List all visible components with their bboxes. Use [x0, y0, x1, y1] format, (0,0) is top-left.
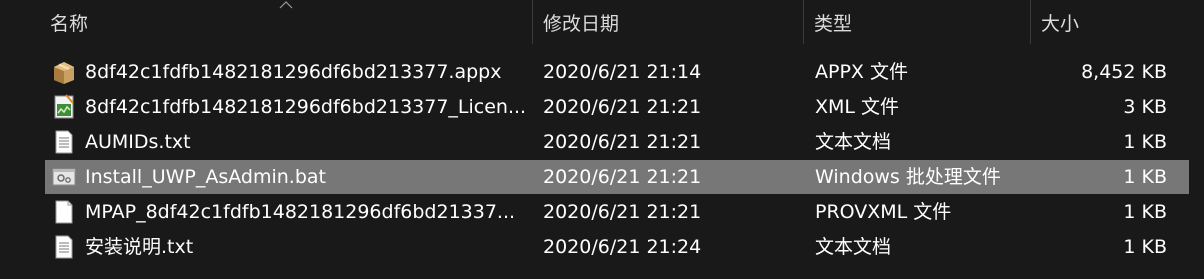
column-divider[interactable] — [1030, 0, 1031, 44]
text-file-icon — [55, 130, 73, 154]
file-size: 3 KB — [1123, 96, 1167, 118]
column-divider[interactable] — [532, 0, 533, 44]
file-name: Install_UWP_AsAdmin.bat — [85, 166, 326, 188]
blank-file-icon — [55, 200, 73, 224]
file-type: PROVXML 文件 — [815, 201, 952, 223]
file-row[interactable]: MPAP_8df42c1fdfb1482181296df6bd21337... … — [45, 195, 1189, 229]
file-row[interactable]: Install_UWP_AsAdmin.bat 2020/6/21 21:21 … — [45, 160, 1189, 194]
file-date: 2020/6/21 21:21 — [543, 166, 702, 188]
file-type: 文本文档 — [815, 131, 892, 153]
file-size: 1 KB — [1123, 166, 1167, 188]
file-type: Windows 批处理文件 — [815, 166, 1001, 188]
file-name: 8df42c1fdfb1482181296df6bd213377_Licen..… — [85, 96, 525, 118]
batch-file-icon — [52, 168, 76, 186]
xml-file-icon — [54, 94, 74, 119]
file-date: 2020/6/21 21:21 — [543, 131, 702, 153]
file-date: 2020/6/21 21:21 — [543, 96, 702, 118]
file-name: MPAP_8df42c1fdfb1482181296df6bd21337... — [85, 201, 516, 223]
column-header-name[interactable]: 名称 — [42, 0, 532, 44]
file-date: 2020/6/21 21:21 — [543, 201, 702, 223]
file-row[interactable]: AUMIDs.txt 2020/6/21 21:21 文本文档 1 KB — [45, 125, 1189, 159]
file-type: XML 文件 — [815, 96, 900, 118]
file-type: APPX 文件 — [815, 61, 908, 83]
text-file-icon — [55, 235, 73, 259]
file-name: 8df42c1fdfb1482181296df6bd213377.appx — [85, 61, 502, 83]
file-row[interactable]: 安装说明.txt 2020/6/21 21:24 文本文档 1 KB — [45, 230, 1189, 264]
file-date: 2020/6/21 21:24 — [543, 236, 702, 258]
column-header-type[interactable]: 类型 — [806, 0, 1030, 44]
file-date: 2020/6/21 21:14 — [543, 61, 702, 83]
file-name: 安装说明.txt — [85, 236, 194, 258]
column-divider[interactable] — [803, 0, 804, 44]
file-type: 文本文档 — [815, 236, 892, 258]
file-size: 1 KB — [1123, 131, 1167, 153]
file-size: 8,452 KB — [1081, 61, 1167, 83]
column-header-bar: 名称 修改日期 类型 大小 — [0, 0, 1204, 44]
file-name: AUMIDs.txt — [85, 131, 191, 153]
file-size: 1 KB — [1123, 236, 1167, 258]
column-header-date[interactable]: 修改日期 — [535, 0, 803, 44]
file-row[interactable]: 8df42c1fdfb1482181296df6bd213377_Licen..… — [45, 90, 1189, 124]
file-row[interactable]: 8df42c1fdfb1482181296df6bd213377.appx 20… — [45, 55, 1189, 89]
column-header-size[interactable]: 大小 — [1033, 0, 1193, 44]
file-size: 1 KB — [1123, 201, 1167, 223]
package-icon — [54, 62, 74, 84]
